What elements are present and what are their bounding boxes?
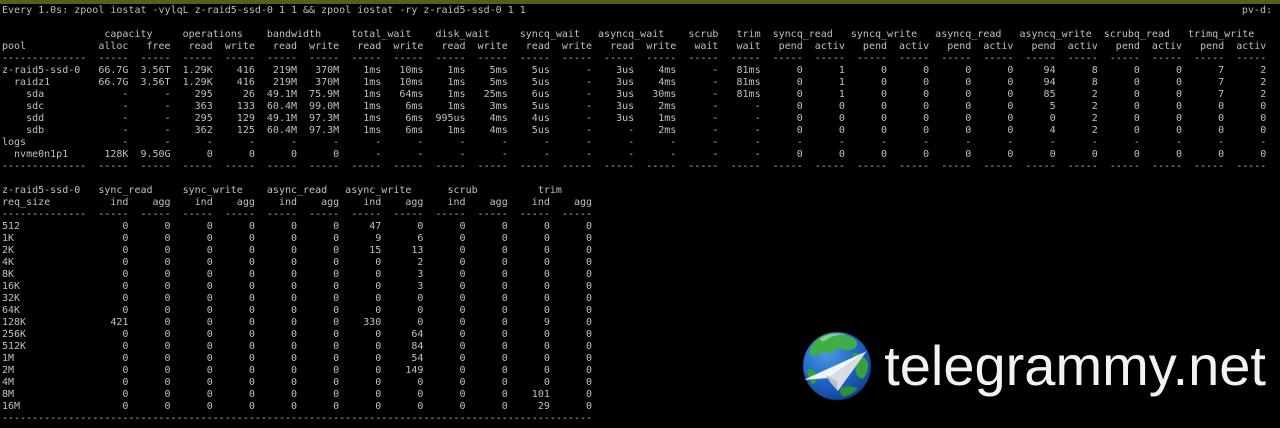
iostat-separator: -------------- ----- ----- ----- ----- -… <box>2 53 1267 64</box>
req-size-row: 4M 0 0 0 0 0 0 0 0 0 0 0 0 <box>2 377 593 388</box>
watch-header-bar: Every 1.0s: zpool iostat -vylqL z-raid5-… <box>0 4 1280 17</box>
iostat-row: sdb - - 362 125 60.4M 97.3M 1ms 6ms 1ms … <box>2 125 1267 136</box>
iostat-separator: -------------- ----- ----- ----- ----- -… <box>2 161 1267 172</box>
iostat-row: sda - - 295 26 49.1M 75.9M 1ms 64ms 1ms … <box>2 89 1267 100</box>
req-size-row: 2K 0 0 0 0 0 0 15 13 0 0 0 0 <box>2 245 593 256</box>
header-right-label: pv-d: <box>1241 5 1272 16</box>
req-size-row: 8M 0 0 0 0 0 0 0 0 0 0 101 0 <box>2 389 593 400</box>
req-size-row: 32K 0 0 0 0 0 0 0 0 0 0 0 0 <box>2 293 593 304</box>
iostat-row: nvme0n1p1 128K 9.50G 0 0 0 0 - - - - - -… <box>2 149 1267 160</box>
req-size-row: 2M 0 0 0 0 0 0 0 149 0 0 0 0 <box>2 365 593 376</box>
iostat-row: z-raid5-ssd-0 66.7G 3.56T 1.29K 416 219M… <box>2 65 1267 76</box>
req-size-row: 4K 0 0 0 0 0 0 0 2 0 0 0 0 <box>2 257 593 268</box>
req-size-row: 16K 0 0 0 0 0 0 0 3 0 0 0 0 <box>2 281 593 292</box>
req-size-row: 512K 0 0 0 0 0 0 0 84 0 0 0 0 <box>2 341 593 352</box>
req-size-separator: ----------------------------------------… <box>2 413 593 424</box>
req-size-row: 64K 0 0 0 0 0 0 0 0 0 0 0 0 <box>2 305 593 316</box>
req-size-separator: -------------- ----- ----- ----- ----- -… <box>2 209 593 220</box>
req-size-row: 128K 421 0 0 0 0 0 330 0 0 0 9 0 <box>2 317 593 328</box>
iostat-column-header: pool alloc free read write read write re… <box>2 41 1267 52</box>
req-size-row: 16M 0 0 0 0 0 0 0 0 0 0 29 0 <box>2 401 593 412</box>
req-size-column-header: req_size ind agg ind agg ind agg ind agg… <box>2 197 593 208</box>
terminal-output: capacity operations bandwidth total_wait… <box>0 29 1280 425</box>
iostat-row: logs - - - - - - - - - - - - - - - - - -… <box>2 137 1267 148</box>
req-size-row: 256K 0 0 0 0 0 0 0 64 0 0 0 0 <box>2 329 593 340</box>
iostat-row: sdc - - 363 133 60.4M 99.0M 1ms 6ms 1ms … <box>2 101 1267 112</box>
req-size-row: 1M 0 0 0 0 0 0 0 54 0 0 0 0 <box>2 353 593 364</box>
req-size-row: 1K 0 0 0 0 0 0 9 6 0 0 0 0 <box>2 233 593 244</box>
iostat-group-header: capacity operations bandwidth total_wait… <box>2 29 1255 40</box>
req-size-row: 512 0 0 0 0 0 0 47 0 0 0 0 0 <box>2 221 593 232</box>
iostat-row: sdd - - 295 129 49.1M 97.3M 1ms 6ms 995u… <box>2 113 1267 124</box>
req-size-group-header: z-raid5-ssd-0 sync_read sync_write async… <box>2 185 562 196</box>
iostat-row: raidz1 66.7G 3.56T 1.29K 416 219M 370M 1… <box>2 77 1267 88</box>
watch-command: Every 1.0s: zpool iostat -vylqL z-raid5-… <box>2 5 526 16</box>
req-size-row: 8K 0 0 0 0 0 0 0 3 0 0 0 0 <box>2 269 593 280</box>
